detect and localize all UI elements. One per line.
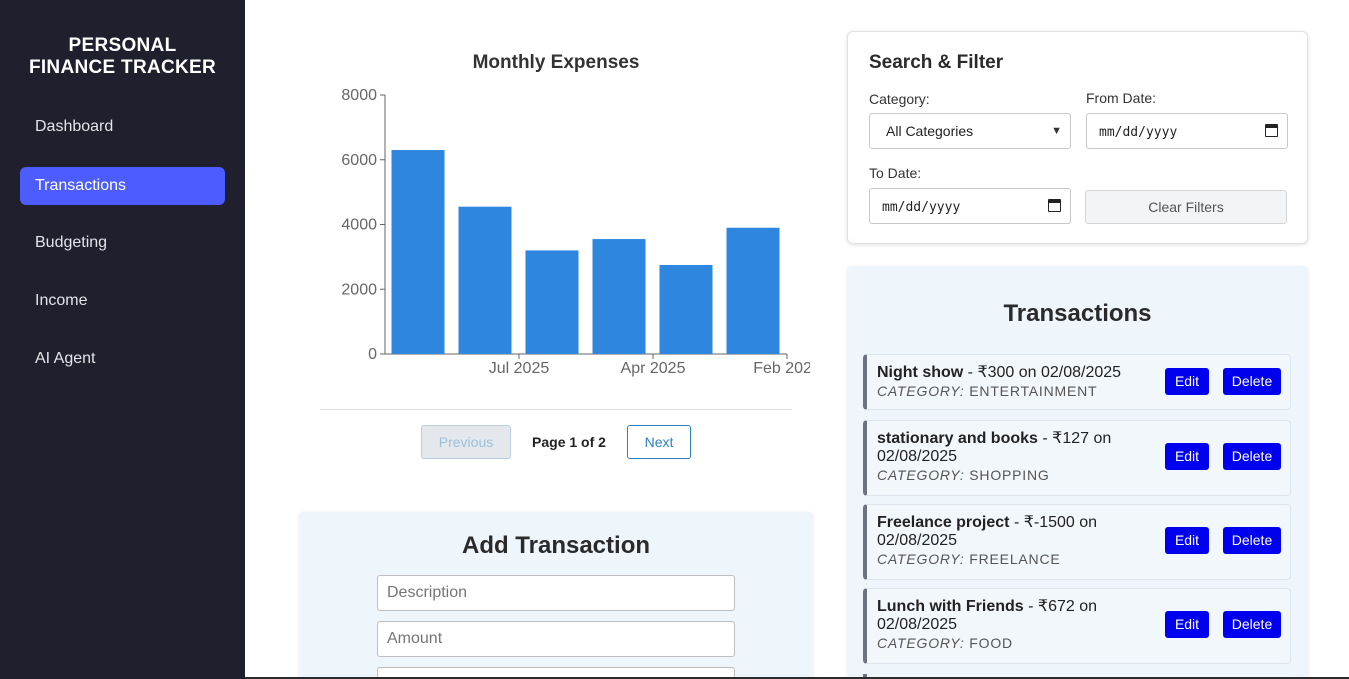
transaction-description: Night show xyxy=(877,364,964,381)
app-brand: PERSONAL FINANCE TRACKER xyxy=(0,35,245,79)
edit-button[interactable]: Edit xyxy=(1165,368,1209,395)
y-tick-label: 6000 xyxy=(341,152,377,169)
x-tick-label: Apr 2025 xyxy=(621,360,686,377)
y-tick-label: 0 xyxy=(368,346,377,363)
transaction-description: Freelance project xyxy=(877,514,1010,531)
previous-page-button[interactable]: Previous xyxy=(421,425,511,459)
delete-button[interactable]: Delete xyxy=(1223,443,1281,470)
calendar-icon[interactable] xyxy=(1265,124,1278,137)
transaction-text: stationary and books - ₹127 on 02/08/202… xyxy=(877,430,1145,484)
transaction-description: Lunch with Friends xyxy=(877,598,1024,615)
transaction-item: stationary and books - ₹127 on 02/08/202… xyxy=(863,420,1291,496)
edit-button[interactable]: Edit xyxy=(1165,611,1209,638)
category-prefix: Category: xyxy=(877,467,965,483)
category-prefix: Category: xyxy=(877,635,965,651)
expense-bar xyxy=(592,239,646,354)
expense-bar xyxy=(659,264,713,354)
sidebar: PERSONAL FINANCE TRACKER Dashboard Trans… xyxy=(0,0,245,679)
add-transaction-panel: Add Transaction xyxy=(299,512,813,679)
transaction-detail: - ₹300 on 02/08/2025 xyxy=(963,364,1122,381)
to-date-value: mm/dd/yyyy xyxy=(882,200,961,215)
sidebar-item-budgeting[interactable]: Budgeting xyxy=(20,224,225,262)
from-date-input[interactable]: mm/dd/yyyy xyxy=(1086,113,1288,149)
transaction-item: Night show - ₹300 on 02/08/2025 Category… xyxy=(863,354,1291,410)
transaction-category: Category: FOOD xyxy=(877,634,1145,652)
from-date-label: From Date: xyxy=(1086,90,1157,106)
sidebar-item-ai-agent[interactable]: AI Agent xyxy=(20,340,225,378)
expense-bar xyxy=(726,227,780,354)
description-input[interactable] xyxy=(377,575,735,611)
category-value: FREELANCE xyxy=(969,551,1061,567)
sidebar-item-income[interactable]: Income xyxy=(20,282,225,320)
transaction-item: Lunch with Friends - ₹672 on 02/08/2025 … xyxy=(863,588,1291,664)
monthly-expenses-chart: Monthly Expenses 8000 6000 4000 2000 0 Jul 20… xyxy=(300,40,810,380)
y-tick-label: 4000 xyxy=(341,217,377,234)
category-value: FOOD xyxy=(969,635,1013,651)
amount-input[interactable] xyxy=(377,621,735,657)
transactions-panel: Transactions Night show - ₹300 on 02/08/… xyxy=(847,266,1308,679)
brand-line-2: FINANCE TRACKER xyxy=(28,57,217,78)
x-tick-label: Jul 2025 xyxy=(489,360,550,377)
category-filter-value: All Categories xyxy=(886,123,974,139)
category-filter-select[interactable]: All Categories ▼ xyxy=(869,113,1071,149)
expense-bar xyxy=(391,150,445,354)
add-transaction-title: Add Transaction xyxy=(461,532,651,559)
delete-button[interactable]: Delete xyxy=(1223,527,1281,554)
x-tick-label: Feb 2025 xyxy=(753,360,810,377)
search-filter-panel: Search & Filter Category: All Categories… xyxy=(847,31,1308,244)
edit-button[interactable]: Edit xyxy=(1165,527,1209,554)
to-date-label: To Date: xyxy=(869,165,922,181)
page-indicator: Page 1 of 2 xyxy=(532,434,606,450)
category-filter-label: Category: xyxy=(869,91,930,107)
transaction-item: Freelance project - ₹-1500 on 02/08/2025… xyxy=(863,504,1291,580)
transactions-title: Transactions xyxy=(1003,300,1152,327)
to-date-input[interactable]: mm/dd/yyyy xyxy=(869,188,1071,224)
transaction-text: Freelance project - ₹-1500 on 02/08/2025… xyxy=(877,514,1145,568)
category-value: ENTERTAINMENT xyxy=(969,383,1098,399)
filter-title: Search & Filter xyxy=(869,52,1004,73)
sidebar-item-dashboard[interactable]: Dashboard xyxy=(20,108,225,146)
transaction-description: stationary and books xyxy=(877,430,1038,447)
category-value: SHOPPING xyxy=(969,467,1050,483)
transaction-category: Category: ENTERTAINMENT xyxy=(877,382,1145,400)
transaction-category: Category: FREELANCE xyxy=(877,550,1145,568)
chart-svg: 8000 6000 4000 2000 0 Jul 2025 Apr 2025 Feb 202… xyxy=(341,87,810,377)
category-prefix: Category: xyxy=(877,383,965,399)
sidebar-item-transactions[interactable]: Transactions xyxy=(20,167,225,205)
delete-button[interactable]: Delete xyxy=(1223,611,1281,638)
y-tick-label: 2000 xyxy=(341,281,377,298)
expense-bar xyxy=(525,250,579,354)
next-page-button[interactable]: Next xyxy=(627,425,691,459)
clear-filters-button[interactable]: Clear Filters xyxy=(1085,190,1287,224)
transaction-text: Night show - ₹300 on 02/08/2025 Category… xyxy=(877,364,1145,400)
brand-line-1: PERSONAL xyxy=(68,35,177,56)
chevron-down-icon: ▼ xyxy=(1051,125,1062,137)
category-prefix: Category: xyxy=(877,551,965,567)
y-tick-label: 8000 xyxy=(341,87,377,104)
delete-button[interactable]: Delete xyxy=(1223,368,1281,395)
from-date-value: mm/dd/yyyy xyxy=(1099,125,1178,140)
edit-button[interactable]: Edit xyxy=(1165,443,1209,470)
transaction-category: Category: SHOPPING xyxy=(877,466,1145,484)
calendar-icon[interactable] xyxy=(1048,199,1061,212)
expense-bar xyxy=(458,206,512,354)
transaction-text: Lunch with Friends - ₹672 on 02/08/2025 … xyxy=(877,598,1145,652)
chart-divider xyxy=(320,409,792,410)
